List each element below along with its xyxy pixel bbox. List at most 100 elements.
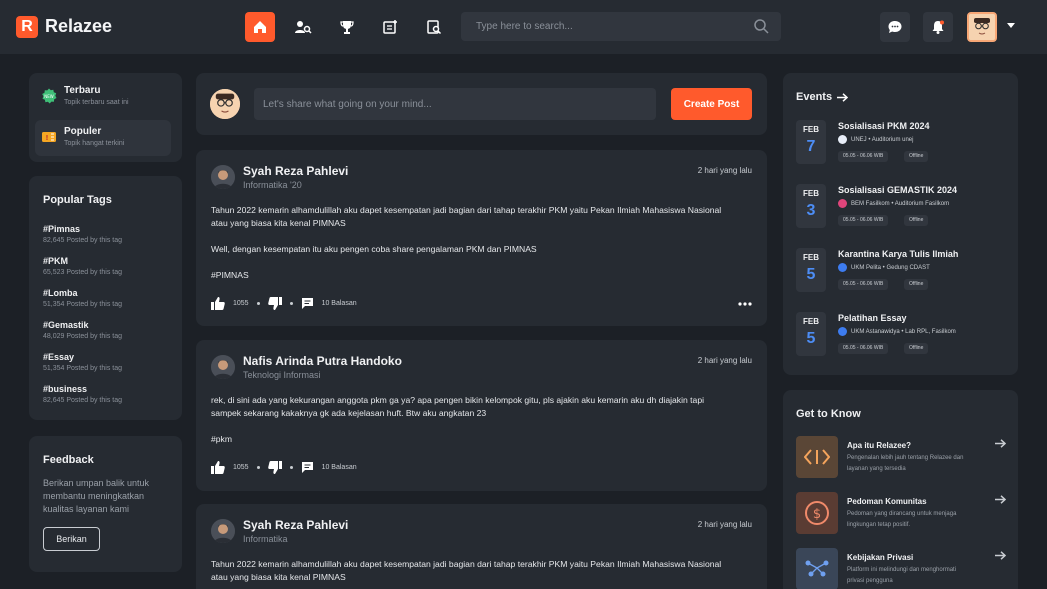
nav-add-post-button[interactable] [375, 12, 405, 42]
separator-dot [289, 465, 293, 469]
tag-item[interactable]: #Pimnas 82,645 Posted by this tag [43, 224, 122, 244]
post-author-name[interactable]: Syah Reza Pahlevi [243, 164, 348, 178]
get-to-know-item-title: Apa itu Relazee? [847, 441, 912, 450]
event-organizer: BEM Fasilkom • Auditorium Fasilkom [838, 199, 949, 208]
tag-name: #PKM [43, 256, 69, 266]
tag-item[interactable]: #Lomba 51,354 Posted by this tag [43, 288, 122, 308]
event-mode: Offline [904, 151, 929, 162]
create-post-button[interactable]: Create Post [671, 88, 752, 120]
organizer-logo-icon [838, 135, 847, 144]
get-to-know-item-title: Kebijakan Privasi [847, 553, 914, 562]
event-organizer: UKM Pelita • Gedung CDAST [838, 263, 930, 272]
post-text: Tahun 2022 kemarin alhamdulillah aku dap… [211, 559, 722, 582]
event-title: Sosialisasi PKM 2024 [838, 121, 930, 131]
event-item[interactable]: FEB 5 Pelatihan Essay UKM Astanawidya • L… [796, 312, 1016, 362]
events-header[interactable]: Events [796, 91, 849, 103]
get-to-know-card: Get to Know Apa itu Relazee? Pengenalan … [783, 390, 1018, 589]
reply-icon[interactable] [301, 297, 314, 309]
event-date: FEB 3 [796, 184, 826, 228]
tag-count: 51,354 Posted by this tag [43, 301, 122, 308]
event-org-text: UKM Pelita • Gedung CDAST [851, 264, 930, 271]
tag-item[interactable]: #PKM 65,523 Posted by this tag [43, 256, 122, 276]
event-day: 3 [806, 202, 816, 219]
event-item[interactable]: FEB 7 Sosialisasi PKM 2024 UNEJ • Auditor… [796, 120, 1016, 170]
post-author-name[interactable]: Syah Reza Pahlevi [243, 518, 348, 532]
get-to-know-item[interactable]: $ Pedoman Komunitas Pedoman yang diranca… [796, 492, 1006, 536]
get-to-know-item-desc: Platform ini melindungi dan menghormati … [847, 567, 957, 584]
arrow-right-icon [995, 551, 1006, 560]
post-author-name[interactable]: Nafis Arinda Putra Handoko [243, 354, 402, 368]
post-card: Syah Reza Pahlevi Informatika '20 2 hari… [196, 150, 767, 326]
post-hashtag[interactable]: #PIMNAS [211, 269, 731, 282]
post-author-avatar[interactable] [211, 519, 235, 543]
thumbs-down-icon[interactable] [267, 460, 282, 474]
event-title: Pelatihan Essay [838, 313, 907, 323]
chevron-down-icon[interactable] [1006, 22, 1016, 30]
thumbs-up-icon[interactable] [211, 460, 225, 474]
new-badge-icon: NEW [42, 88, 57, 104]
search-input[interactable] [461, 12, 741, 41]
event-day: 5 [806, 266, 816, 283]
tag-count: 82,645 Posted by this tag [43, 237, 122, 244]
sidebar-item-subtitle: Topik terbaru saat ini [64, 99, 129, 106]
avatar-illustration [210, 89, 240, 119]
messages-button[interactable] [880, 12, 910, 42]
get-to-know-item[interactable]: Apa itu Relazee? Pengenalan lebih jauh t… [796, 436, 1006, 480]
give-feedback-button[interactable]: Berikan [43, 527, 100, 551]
event-day: 5 [806, 330, 816, 347]
event-month: FEB [803, 125, 819, 134]
tag-count: 51,354 Posted by this tag [43, 365, 122, 372]
feed-filter-card: NEW Terbaru Topik terbaru saat ini ! Pop… [29, 73, 182, 162]
tag-name: #Essay [43, 352, 75, 362]
post-text: Well, dengan kesempatan itu aku pengen c… [211, 244, 537, 254]
event-time: 05.05 - 06.06 WIB [838, 343, 889, 354]
event-month: FEB [803, 253, 819, 262]
avatar-photo-icon [211, 165, 235, 189]
nav-find-people-button[interactable] [288, 12, 318, 42]
tag-name: #Gemastik [43, 320, 89, 330]
get-to-know-title: Get to Know [796, 408, 861, 420]
sidebar-item-populer[interactable]: ! Populer Topik hangat terkini [35, 120, 171, 156]
add-post-icon [383, 20, 397, 34]
app-name[interactable]: Relazee [45, 16, 112, 37]
event-date: FEB 5 [796, 312, 826, 356]
post-actions: 1055 10 Balasan [211, 460, 357, 474]
reply-count[interactable]: 10 Balasan [322, 464, 357, 471]
nav-competitions-button[interactable] [332, 12, 362, 42]
tag-item[interactable]: #Essay 51,354 Posted by this tag [43, 352, 122, 372]
logo-icon[interactable]: R [16, 16, 38, 38]
nav-home-button[interactable] [245, 12, 275, 42]
avatar-illustration [969, 14, 995, 40]
search-bar [461, 12, 781, 41]
search-icon[interactable] [753, 18, 769, 34]
post-author-avatar[interactable] [211, 355, 235, 379]
code-icon [796, 436, 838, 478]
thumbs-down-icon[interactable] [267, 296, 282, 310]
composer-input[interactable] [254, 88, 656, 120]
reply-icon[interactable] [301, 461, 314, 473]
event-item[interactable]: FEB 5 Karantina Karya Tulis Ilmiah UKM Pe… [796, 248, 1016, 298]
post-hashtag[interactable]: #pkm [211, 433, 731, 446]
event-title: Sosialisasi GEMASTIK 2024 [838, 185, 958, 195]
more-options-icon[interactable] [738, 302, 752, 306]
tag-name: #business [43, 384, 88, 394]
event-item[interactable]: FEB 3 Sosialisasi GEMASTIK 2024 BEM Fasil… [796, 184, 1016, 234]
notifications-button[interactable] [923, 12, 953, 42]
sidebar-item-terbaru[interactable]: NEW Terbaru Topik terbaru saat ini [35, 79, 171, 115]
event-org-text: UKM Astanawidya • Lab RPL, Fasilkom [851, 328, 956, 335]
chat-icon [888, 21, 902, 33]
reply-count[interactable]: 10 Balasan [322, 300, 357, 307]
event-mode: Offline [904, 279, 929, 290]
get-to-know-item[interactable]: Kebijakan Privasi Platform ini melindung… [796, 548, 1006, 589]
thumbs-up-icon[interactable] [211, 296, 225, 310]
post-author-avatar[interactable] [211, 165, 235, 189]
nav-explore-button[interactable] [419, 12, 449, 42]
post-timestamp: 2 hari yang lalu [697, 166, 752, 175]
tag-item[interactable]: #business 82,645 Posted by this tag [43, 384, 122, 404]
event-organizer: UNEJ • Auditorium unej [838, 135, 913, 144]
events-title: Events [796, 91, 833, 103]
tag-count: 82,645 Posted by this tag [43, 397, 122, 404]
profile-avatar[interactable] [967, 12, 997, 42]
tag-item[interactable]: #Gemastik 48,029 Posted by this tag [43, 320, 122, 340]
like-count: 1055 [233, 463, 249, 471]
